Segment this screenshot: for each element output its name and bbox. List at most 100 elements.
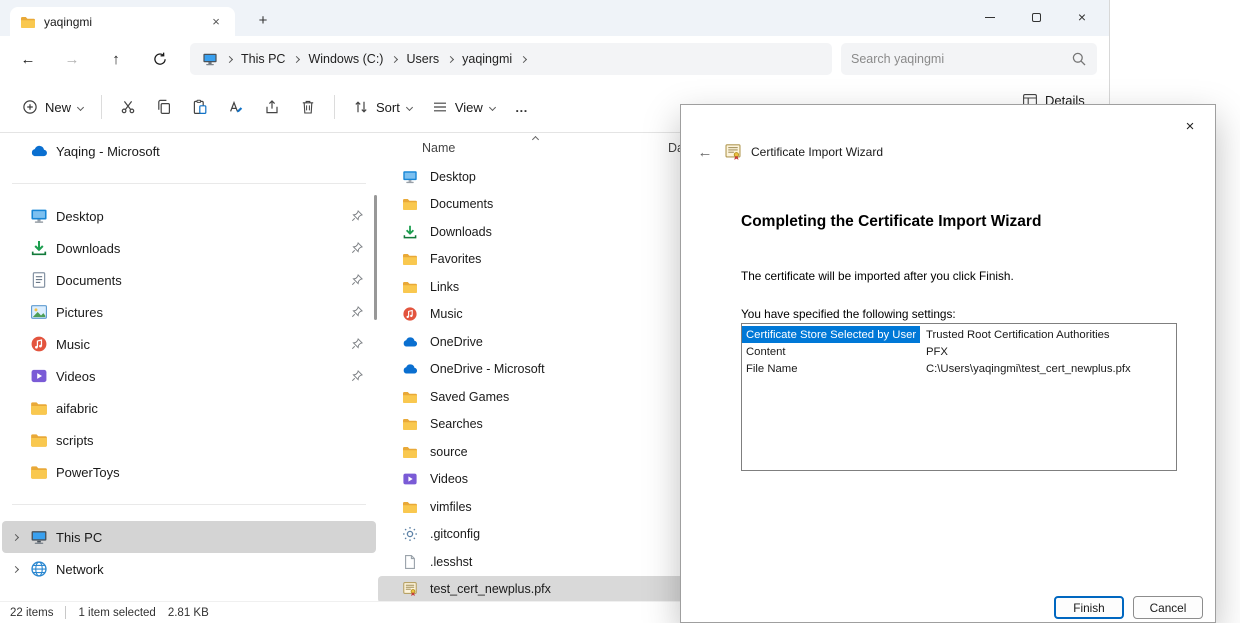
pin-icon (350, 209, 364, 223)
forward-button[interactable]: → (50, 43, 94, 75)
search-box[interactable] (841, 43, 1097, 75)
status-separator (65, 606, 66, 619)
sort-button[interactable]: Sort (343, 89, 422, 125)
sidebar-scrollbar[interactable] (374, 195, 377, 320)
window-controls: × (967, 0, 1105, 36)
share-button[interactable] (254, 89, 290, 125)
file-name: Music (430, 307, 668, 321)
pin-icon (350, 337, 364, 351)
cut-button[interactable] (110, 89, 146, 125)
finish-button[interactable]: Finish (1054, 596, 1124, 619)
sidebar-item-aifabric[interactable]: aifabric (2, 392, 376, 424)
file-name: .gitconfig (430, 527, 668, 541)
refresh-button[interactable] (138, 43, 182, 75)
sidebar-item-pictures[interactable]: Pictures (2, 296, 376, 328)
close-window-button[interactable]: × (1059, 0, 1105, 34)
tab-title: yaqingmi (44, 15, 92, 29)
folder-icon (402, 444, 418, 460)
sidebar-item-label: aifabric (56, 401, 98, 416)
setting-key: File Name (742, 360, 920, 377)
chevron-right-icon (8, 567, 22, 572)
tab-close-icon[interactable]: × (207, 14, 225, 29)
file-name: Documents (430, 197, 668, 211)
wizard-setting-row[interactable]: File NameC:\Users\yaqingmi\test_cert_new… (742, 360, 1176, 377)
folder-icon (402, 196, 418, 212)
chevron-right-icon (8, 535, 22, 540)
cloud-icon (30, 142, 48, 160)
sidebar-item-scripts[interactable]: scripts (2, 424, 376, 456)
refresh-icon (152, 51, 168, 67)
file-name: .lesshst (430, 555, 668, 569)
sidebar-item-network[interactable]: Network (2, 553, 376, 585)
sidebar-item-label: Videos (56, 369, 96, 384)
videos-icon (402, 471, 418, 487)
wizard-settings-label: You have specified the following setting… (741, 307, 956, 321)
sidebar-item-documents[interactable]: Documents (2, 264, 376, 296)
new-button[interactable]: New (12, 89, 93, 125)
breadcrumb-item-this-pc[interactable]: This PC (241, 52, 285, 66)
rename-button[interactable] (218, 89, 254, 125)
sidebar-item-powertoys[interactable]: PowerToys (2, 456, 376, 488)
sidebar-item-this-pc[interactable]: This PC (2, 521, 376, 553)
network-icon (30, 560, 48, 578)
sidebar-divider (12, 183, 366, 184)
breadcrumb-item-yaqingmi[interactable]: yaqingmi (462, 52, 512, 66)
sidebar-item-label: Desktop (56, 209, 104, 224)
cut-icon (120, 99, 136, 115)
selection-count: 1 item selected (78, 607, 155, 619)
sidebar-item-label: Pictures (56, 305, 103, 320)
dialog-close-button[interactable]: × (1175, 113, 1205, 139)
paste-button[interactable] (182, 89, 218, 125)
delete-button[interactable] (290, 89, 326, 125)
breadcrumb-item-users[interactable]: Users (406, 52, 439, 66)
folder-icon (402, 251, 418, 267)
sidebar-item-desktop[interactable]: Desktop (2, 200, 376, 232)
file-name: source (430, 445, 668, 459)
copy-button[interactable] (146, 89, 182, 125)
sidebar-item-label: Yaqing - Microsoft (56, 144, 160, 159)
maximize-button[interactable] (1013, 0, 1059, 34)
address-bar[interactable]: This PC Windows (C:) Users yaqingmi (190, 43, 832, 75)
pin-icon (350, 273, 364, 287)
chevron-down-icon (77, 103, 84, 110)
paste-icon (192, 99, 208, 115)
sidebar-item-label: scripts (56, 433, 94, 448)
file-name: vimfiles (430, 500, 668, 514)
new-icon (22, 99, 38, 115)
sidebar-item-yaqing-microsoft[interactable]: Yaqing - Microsoft (2, 135, 376, 167)
view-button[interactable]: View (422, 89, 505, 125)
wizard-settings-list[interactable]: Certificate Store Selected by UserTruste… (741, 323, 1177, 471)
wizard-back-button[interactable]: ← (695, 144, 715, 161)
breadcrumb-separator-icon (391, 55, 398, 62)
cloud-icon (402, 361, 418, 377)
breadcrumb-item-windows-c[interactable]: Windows (C:) (308, 52, 383, 66)
sidebar-item-label: This PC (56, 530, 102, 545)
search-input[interactable] (851, 52, 1065, 66)
file-name: Desktop (430, 170, 668, 184)
sidebar-item-music[interactable]: Music (2, 328, 376, 360)
pin-icon (350, 369, 364, 383)
new-label: New (45, 100, 71, 115)
explorer-tab[interactable]: yaqingmi × (10, 7, 235, 36)
wizard-setting-row[interactable]: ContentPFX (742, 343, 1176, 360)
folder-icon (402, 416, 418, 432)
rename-icon (228, 99, 244, 115)
see-more-button[interactable]: … (505, 89, 539, 125)
new-tab-button[interactable]: + (250, 9, 276, 31)
folder-icon (30, 399, 48, 417)
dialog-header: ← Certificate Import Wizard (695, 143, 883, 161)
thispc-icon (202, 51, 218, 67)
sidebar-item-videos[interactable]: Videos (2, 360, 376, 392)
wizard-setting-row[interactable]: Certificate Store Selected by UserTruste… (742, 326, 1176, 343)
cancel-button[interactable]: Cancel (1133, 596, 1203, 619)
item-count: 22 items (10, 607, 53, 619)
videos-icon (30, 367, 48, 385)
search-icon (1071, 51, 1087, 67)
sidebar-item-downloads[interactable]: Downloads (2, 232, 376, 264)
documents-icon (30, 271, 48, 289)
column-header-name[interactable]: Name (422, 141, 668, 155)
downloads-icon (402, 224, 418, 240)
up-button[interactable]: ↑ (94, 43, 138, 75)
back-button[interactable]: ← (6, 43, 50, 75)
minimize-button[interactable] (967, 0, 1013, 34)
